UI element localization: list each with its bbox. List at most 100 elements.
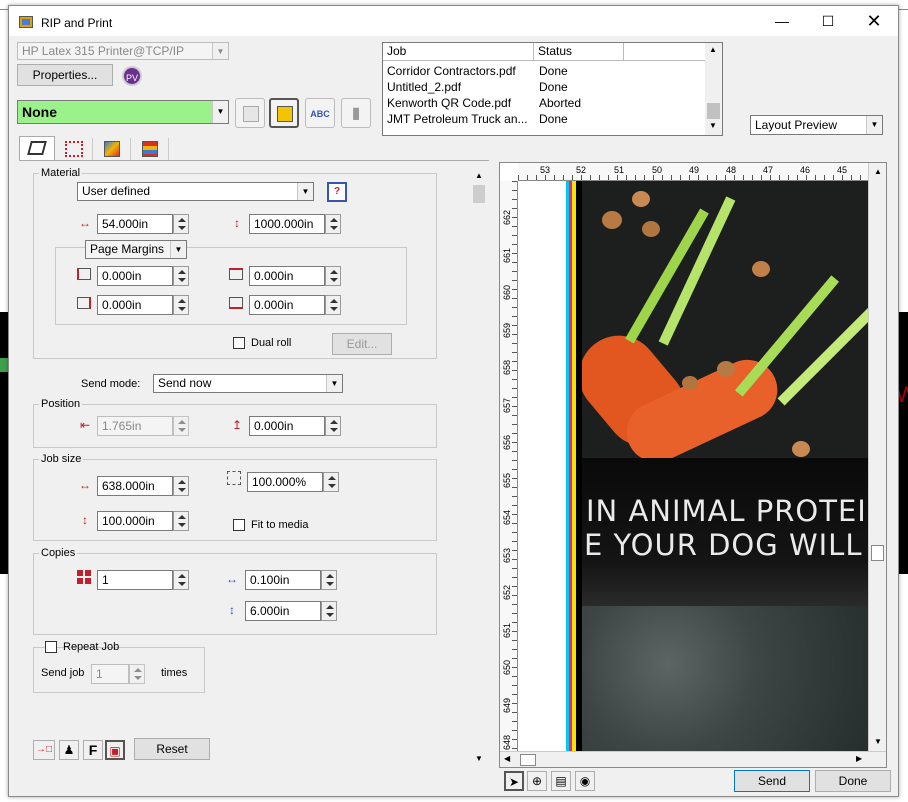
copies-count-field[interactable]: 1 — [97, 570, 173, 590]
people-icon[interactable]: ♟ — [59, 740, 79, 760]
material-width-field[interactable]: 54.000in — [97, 214, 173, 234]
position-group-label: Position — [39, 398, 83, 410]
material-width-stepper[interactable] — [173, 214, 189, 234]
font-icon[interactable]: F — [83, 740, 103, 760]
tab-advanced[interactable] — [133, 138, 169, 160]
tab-layout[interactable] — [57, 138, 93, 160]
edit-button[interactable]: Edit... — [332, 333, 392, 355]
tab-printer-settings[interactable] — [19, 136, 55, 160]
rip-and-print-dialog: RIP and Print — ☐ ✕ HP Latex 315 Printer… — [8, 5, 899, 797]
job-row[interactable]: JMT Petroleum Truck an... — [387, 112, 528, 126]
crop-marks-icon[interactable]: ▣ — [105, 740, 125, 760]
printer-vendor-icon[interactable]: PV — [122, 66, 142, 86]
fit-to-media-label: Fit to media — [251, 519, 309, 531]
center-icon[interactable]: →□ — [33, 740, 55, 760]
done-button[interactable]: Done — [815, 770, 891, 792]
job-list[interactable]: Job Status Corridor Contractors.pdf Done… — [382, 42, 723, 136]
title-bar[interactable]: RIP and Print — ☐ ✕ — [9, 6, 898, 36]
margin-bottom-stepper[interactable] — [325, 295, 341, 315]
vertical-gap-stepper[interactable] — [321, 601, 337, 621]
fit-to-media-checkbox[interactable] — [233, 519, 245, 531]
margin-left-field[interactable]: 0.000in — [97, 266, 173, 286]
horizontal-gap-field[interactable]: 0.100in — [245, 570, 321, 590]
job-height-field[interactable]: 100.000in — [97, 511, 173, 531]
ruler-tick: 652 — [502, 584, 512, 600]
printer-select[interactable]: HP Latex 315 Printer@TCP/IP ▼ — [17, 42, 229, 60]
position-y-field[interactable]: 0.000in — [249, 416, 325, 436]
send-button[interactable]: Send — [734, 770, 810, 792]
job-scale-stepper[interactable] — [323, 472, 339, 492]
job-row[interactable]: Corridor Contractors.pdf — [387, 64, 516, 78]
job-width-field[interactable]: 638.000in — [97, 476, 173, 496]
times-label: times — [161, 667, 188, 679]
maximize-button[interactable]: ☐ — [805, 6, 851, 36]
chevron-down-icon: ▼ — [212, 43, 228, 59]
job-height-stepper[interactable] — [173, 511, 189, 531]
margin-left-stepper[interactable] — [173, 266, 189, 286]
scale-icon — [227, 471, 241, 485]
copies-count-stepper[interactable] — [173, 570, 189, 590]
job-status: Done — [539, 80, 568, 94]
position-y-stepper[interactable] — [325, 416, 341, 436]
layout-preview-value: Layout Preview — [755, 118, 838, 132]
margins-mode-select[interactable]: Page Margins ▼ — [85, 240, 187, 259]
pointer-icon[interactable]: ➤ — [504, 771, 524, 791]
position-x-field[interactable]: 1.765in — [97, 416, 173, 436]
printer-value: HP Latex 315 Printer@TCP/IP — [22, 44, 185, 58]
material-info-icon[interactable]: ? — [327, 182, 347, 202]
material-length-stepper[interactable] — [325, 214, 341, 234]
horizontal-ruler: 53 52 51 50 49 48 47 46 45 — [518, 163, 886, 181]
color-icon — [104, 141, 120, 157]
ruler-tick: 655 — [502, 472, 512, 488]
zoom-in-icon[interactable]: ⊕ — [527, 771, 547, 791]
dual-roll-checkbox[interactable] — [233, 337, 245, 349]
job-width-stepper[interactable] — [173, 476, 189, 496]
margin-bottom-field[interactable]: 0.000in — [249, 295, 325, 315]
top-margin-icon — [229, 268, 243, 280]
tab-color[interactable] — [95, 138, 131, 160]
repeat-job-checkbox[interactable] — [45, 641, 57, 653]
zoom-actual-icon[interactable]: ◉ — [575, 771, 595, 791]
material-type-select[interactable]: User defined ▼ — [77, 182, 314, 201]
properties-button[interactable]: Properties... — [17, 64, 113, 86]
delete-preset-icon[interactable]: ▮ — [341, 98, 371, 128]
preview-vertical-scrollbar[interactable]: ▲ ▼ — [868, 163, 886, 751]
rename-preset-icon[interactable]: ABC — [305, 98, 335, 128]
margin-right-field[interactable]: 0.000in — [97, 295, 173, 315]
window-title: RIP and Print — [41, 16, 113, 30]
zoom-fit-icon[interactable]: ▤ — [551, 771, 571, 791]
save-as-preset-icon[interactable] — [269, 98, 299, 128]
settings-scrollbar[interactable]: ▲ ▼ — [471, 169, 487, 765]
job-row[interactable]: Untitled_2.pdf — [387, 80, 461, 94]
ruler-tick: 653 — [502, 547, 512, 563]
repeat-count-field[interactable]: 1 — [91, 664, 129, 684]
copies-icon — [77, 570, 92, 584]
job-row[interactable]: Kenworth QR Code.pdf — [387, 96, 511, 110]
vertical-gap-field[interactable]: 6.000in — [245, 601, 321, 621]
reset-button[interactable]: Reset — [134, 738, 210, 760]
margin-top-stepper[interactable] — [325, 266, 341, 286]
job-scale-field[interactable]: 100.000% — [247, 472, 323, 492]
preset-select[interactable]: None ▼ — [17, 100, 229, 124]
job-list-scrollbar[interactable]: ▲ ▼ — [705, 43, 722, 135]
layout-preview-canvas[interactable]: 53 52 51 50 49 48 47 46 45 662 661 660 659 6… — [499, 162, 887, 768]
material-length-field[interactable]: 1000.000in — [249, 214, 325, 234]
repeat-count-stepper[interactable] — [129, 664, 145, 684]
layout-preview-select[interactable]: Layout Preview ▼ — [750, 115, 883, 135]
position-x-stepper[interactable] — [173, 416, 189, 436]
job-column-header[interactable]: Job — [383, 43, 534, 61]
minimize-button[interactable]: — — [759, 6, 805, 36]
material-group-label: Material — [39, 167, 83, 179]
ruler-tick: 45 — [837, 165, 848, 175]
save-preset-icon[interactable] — [235, 98, 265, 128]
ruler-tick: 50 — [652, 165, 663, 175]
send-mode-select[interactable]: Send now ▼ — [153, 374, 343, 393]
margin-top-field[interactable]: 0.000in — [249, 266, 325, 286]
ruler-tick: 659 — [502, 322, 512, 338]
status-column-header[interactable]: Status — [534, 43, 624, 61]
margin-right-stepper[interactable] — [173, 295, 189, 315]
preview-horizontal-scrollbar[interactable]: ◀ ▶ — [500, 751, 886, 767]
close-button[interactable]: ✕ — [851, 6, 897, 36]
horizontal-gap-stepper[interactable] — [321, 570, 337, 590]
empty-column-header — [624, 43, 706, 61]
